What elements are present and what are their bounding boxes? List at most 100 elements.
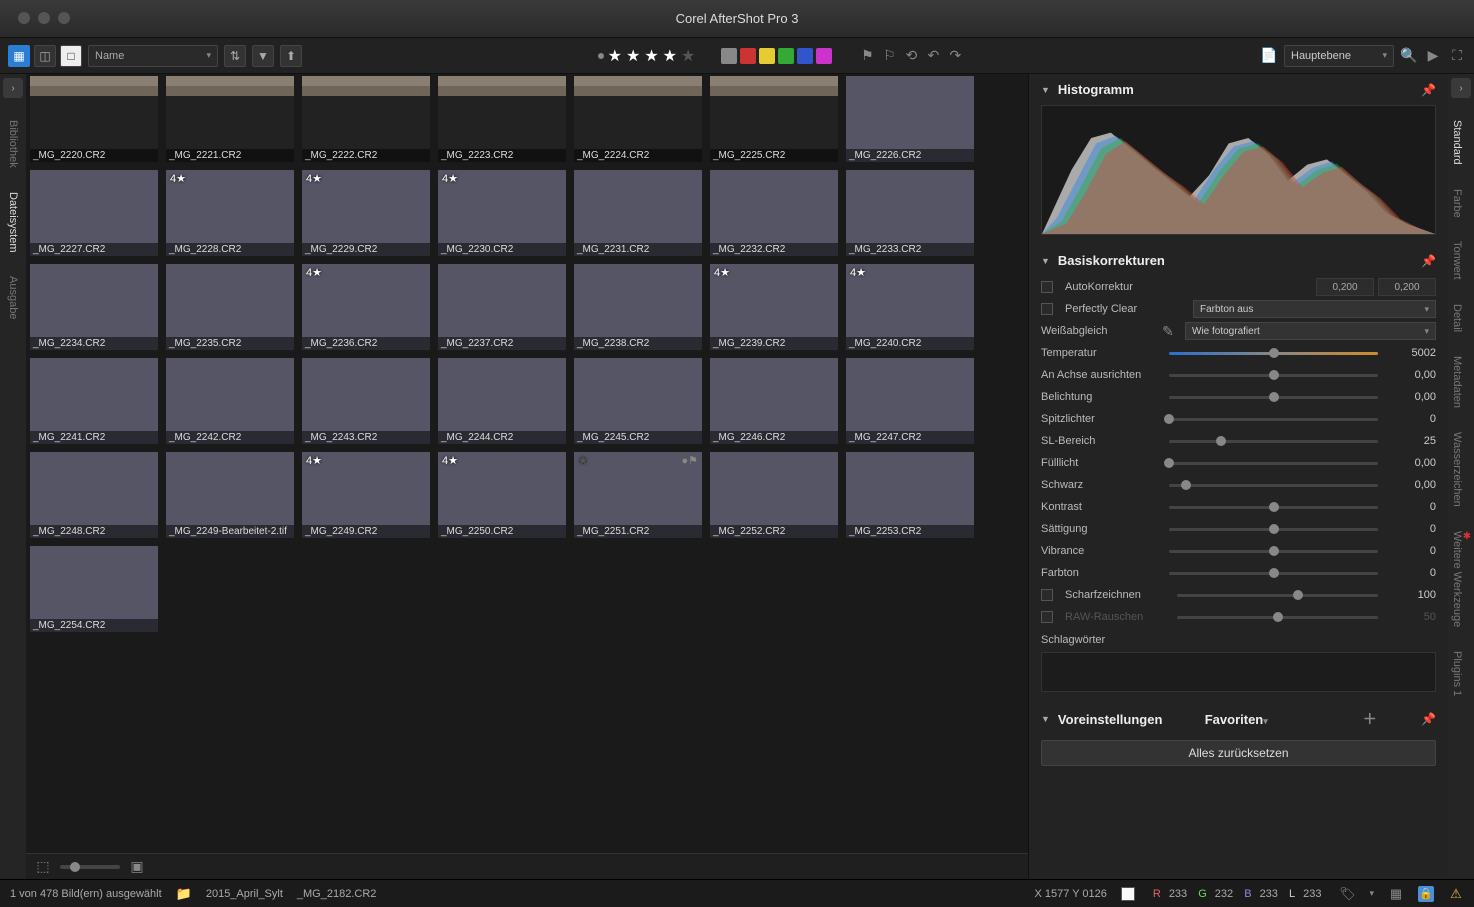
- thumbnail[interactable]: _MG_2227.CR2: [30, 170, 158, 256]
- slider-value[interactable]: 0: [1386, 501, 1436, 513]
- split-view-button[interactable]: ◫: [34, 45, 56, 67]
- thumbnail[interactable]: 4★_MG_2249.CR2: [302, 452, 430, 538]
- thumbnail[interactable]: _MG_2221.CR2: [166, 76, 294, 162]
- slider[interactable]: [1169, 390, 1378, 404]
- thumbnail[interactable]: 4★_MG_2240.CR2: [846, 264, 974, 350]
- slider[interactable]: [1169, 566, 1378, 580]
- fullscreen-icon[interactable]: ⛶: [1448, 47, 1466, 65]
- color-label-1[interactable]: [740, 48, 756, 64]
- right-tab-weitere-werkzeuge[interactable]: Weitere Werkzeuge: [1451, 519, 1471, 639]
- thumbnail[interactable]: _MG_2248.CR2: [30, 452, 158, 538]
- thumbnail[interactable]: _MG_2220.CR2: [30, 76, 158, 162]
- scharfzeichnen-slider[interactable]: [1177, 588, 1378, 602]
- lock-icon[interactable]: 🔒: [1418, 886, 1434, 902]
- sort-direction-button[interactable]: ⇅: [224, 45, 246, 67]
- slider-value[interactable]: 0: [1386, 567, 1436, 579]
- warning-icon[interactable]: ⚠: [1448, 886, 1464, 902]
- thumbnail-browser[interactable]: _MG_2220.CR2_MG_2221.CR2_MG_2222.CR2 _MG_…: [26, 74, 1028, 879]
- thumb-size-icon[interactable]: ▣: [128, 858, 146, 876]
- star-4[interactable]: ★: [663, 46, 677, 66]
- thumbnail[interactable]: _MG_2243.CR2: [302, 358, 430, 444]
- thumbnail[interactable]: _MG_2241.CR2: [30, 358, 158, 444]
- star-2[interactable]: ★: [626, 46, 640, 66]
- thumbnail[interactable]: _MG_2244.CR2: [438, 358, 566, 444]
- thumbnail[interactable]: _MG_2235.CR2: [166, 264, 294, 350]
- thumbnail[interactable]: 4★_MG_2239.CR2: [710, 264, 838, 350]
- thumbnail[interactable]: _MG_2246.CR2: [710, 358, 838, 444]
- right-tab-wasserzeichen[interactable]: Wasserzeichen: [1451, 420, 1463, 519]
- pin-icon[interactable]: 📌: [1421, 83, 1436, 97]
- slider[interactable]: [1169, 478, 1378, 492]
- thumbnail[interactable]: 4★_MG_2230.CR2: [438, 170, 566, 256]
- right-collapse-button[interactable]: ›: [1451, 78, 1471, 98]
- right-tab-tonwert[interactable]: Tonwert: [1451, 229, 1463, 292]
- scharfzeichnen-checkbox[interactable]: [1041, 589, 1053, 601]
- flag-pick-icon[interactable]: ⚑: [858, 47, 876, 65]
- slider-value[interactable]: 0,00: [1386, 369, 1436, 381]
- slider-value[interactable]: 0: [1386, 523, 1436, 535]
- filter-button[interactable]: ▼: [252, 45, 274, 67]
- slider-value[interactable]: 0,00: [1386, 391, 1436, 403]
- color-label-4[interactable]: [797, 48, 813, 64]
- right-tab-plugins-1[interactable]: Plugins 1: [1451, 639, 1463, 708]
- traffic-close[interactable]: [18, 12, 30, 24]
- slider[interactable]: [1169, 544, 1378, 558]
- thumbnail[interactable]: _MG_2238.CR2: [574, 264, 702, 350]
- thumbnail[interactable]: _MG_2222.CR2: [302, 76, 430, 162]
- add-preset-icon[interactable]: ＋: [1361, 710, 1379, 728]
- farbton-dropdown[interactable]: Farbton aus▾: [1193, 300, 1436, 318]
- color-label-5[interactable]: [816, 48, 832, 64]
- slider[interactable]: [1169, 522, 1378, 536]
- thumbnail[interactable]: _MG_2247.CR2: [846, 358, 974, 444]
- pin-icon[interactable]: 📌: [1421, 712, 1436, 726]
- presets-header[interactable]: ▼ Voreinstellungen Favoriten▾ ＋ 📌: [1029, 704, 1448, 734]
- single-view-button[interactable]: □: [60, 45, 82, 67]
- copy-icon[interactable]: 📄: [1260, 47, 1278, 65]
- traffic-min[interactable]: [38, 12, 50, 24]
- autok-val2[interactable]: 0,200: [1378, 278, 1436, 296]
- color-label-3[interactable]: [778, 48, 794, 64]
- grid-view-button[interactable]: ▦: [8, 45, 30, 67]
- slider-value[interactable]: 0: [1386, 545, 1436, 557]
- slider[interactable]: [1169, 434, 1378, 448]
- slider-value[interactable]: 5002: [1386, 347, 1436, 359]
- color-label-0[interactable]: [721, 48, 737, 64]
- undo-icon[interactable]: ↶: [924, 47, 942, 65]
- fit-icon[interactable]: ⬚: [34, 858, 52, 876]
- thumbnail[interactable]: 4★_MG_2228.CR2: [166, 170, 294, 256]
- slideshow-icon[interactable]: ▶: [1424, 47, 1442, 65]
- flip-icon[interactable]: ⟲: [902, 47, 920, 65]
- basic-header[interactable]: ▼ Basiskorrekturen 📌: [1029, 245, 1448, 276]
- pin-icon[interactable]: 📌: [1421, 254, 1436, 268]
- presets-dropdown[interactable]: Favoriten▾: [1205, 712, 1355, 727]
- thumbnail[interactable]: 4★_MG_2250.CR2: [438, 452, 566, 538]
- left-tab-dateisystem[interactable]: Dateisystem: [7, 180, 19, 265]
- tag-icon[interactable]: 🏷: [1339, 886, 1355, 902]
- slider[interactable]: [1169, 412, 1378, 426]
- keywords-input[interactable]: [1041, 652, 1436, 692]
- star-3[interactable]: ★: [644, 46, 658, 66]
- slider-value[interactable]: 0,00: [1386, 479, 1436, 491]
- autokorrektur-checkbox[interactable]: [1041, 281, 1053, 293]
- upload-button[interactable]: ⬆: [280, 45, 302, 67]
- perfectlyclear-checkbox[interactable]: [1041, 303, 1053, 315]
- chevron-down-icon[interactable]: ▾: [1369, 888, 1374, 899]
- redo-icon[interactable]: ↷: [946, 47, 964, 65]
- thumbnail[interactable]: _MG_2232.CR2: [710, 170, 838, 256]
- slider-value[interactable]: 25: [1386, 435, 1436, 447]
- slider-value[interactable]: 0,00: [1386, 457, 1436, 469]
- thumbnail[interactable]: 4★_MG_2229.CR2: [302, 170, 430, 256]
- wb-dropdown[interactable]: Wie fotografiert▾: [1185, 322, 1436, 340]
- thumbnail[interactable]: ★●⚑_MG_2251.CR2: [574, 452, 702, 538]
- right-tab-farbe[interactable]: Farbe: [1451, 177, 1463, 230]
- scharfzeichnen-value[interactable]: 100: [1386, 589, 1436, 601]
- thumbnail[interactable]: _MG_2224.CR2: [574, 76, 702, 162]
- layer-dropdown[interactable]: Hauptebene ▾: [1284, 45, 1394, 67]
- rating-dot-icon[interactable]: [598, 53, 604, 59]
- star-1[interactable]: ★: [608, 46, 622, 66]
- thumb-zoom-slider[interactable]: [60, 865, 120, 869]
- thumbnail[interactable]: _MG_2234.CR2: [30, 264, 158, 350]
- eyedropper-icon[interactable]: ✎: [1159, 322, 1177, 340]
- thumbnail[interactable]: _MG_2254.CR2: [30, 546, 158, 632]
- thumbnail[interactable]: _MG_2242.CR2: [166, 358, 294, 444]
